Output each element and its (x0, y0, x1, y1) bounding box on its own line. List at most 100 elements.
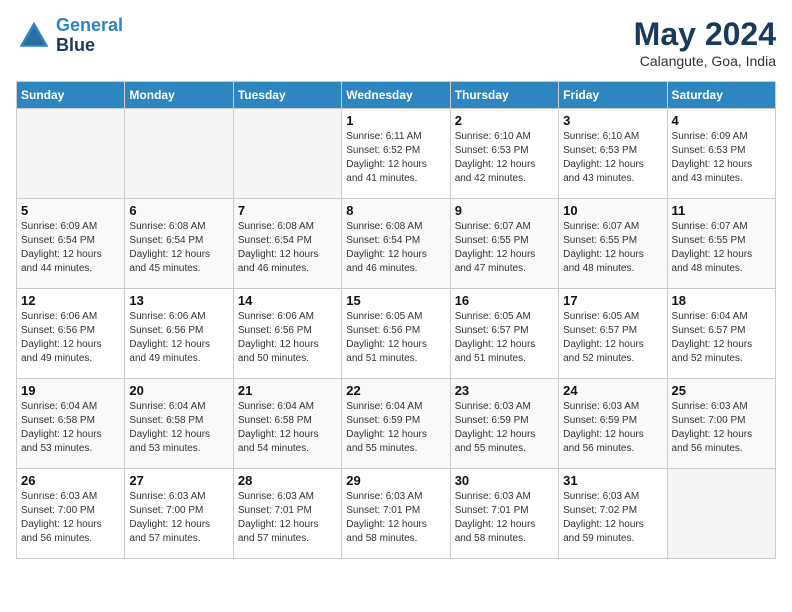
day-info: Sunrise: 6:08 AM Sunset: 6:54 PM Dayligh… (346, 220, 445, 276)
day-number: 17 (563, 293, 662, 308)
calendar-cell: 28Sunrise: 6:03 AM Sunset: 7:01 PM Dayli… (233, 469, 341, 559)
calendar-cell: 31 Sunrise: 6:03 AM Sunset: 7:02 PM Dayli… (559, 469, 667, 559)
day-info: Sunrise: 6:03 AM Sunset: 7:00 PM Dayligh… (129, 490, 228, 546)
day-number: 19 (21, 383, 120, 398)
calendar-cell: 5 Sunrise: 6:09 AM Sunset: 6:54 PM Daylig… (17, 199, 125, 289)
calendar-week-row: 12 Sunrise: 6:06 AM Sunset: 6:56 PM Dayli… (17, 289, 776, 379)
day-info: Sunrise: 6:06 AM Sunset: 6:56 PM Dayligh… (21, 310, 120, 366)
calendar-week-row: 5 Sunrise: 6:09 AM Sunset: 6:54 PM Daylig… (17, 199, 776, 289)
logo-text: General Blue (56, 16, 123, 56)
day-info: Sunrise: 6:05 AM Sunset: 6:57 PM Dayligh… (455, 310, 554, 366)
calendar-cell: 2 Sunrise: 6:10 AM Sunset: 6:53 PM Daylig… (450, 109, 558, 199)
weekday-header-tuesday: Tuesday (233, 82, 341, 109)
calendar-cell: 18Sunrise: 6:04 AM Sunset: 6:57 PM Dayli… (667, 289, 775, 379)
weekday-header-row: SundayMondayTuesdayWednesdayThursdayFrid… (17, 82, 776, 109)
location: Calangute, Goa, India (634, 53, 776, 69)
day-info: Sunrise: 6:08 AM Sunset: 6:54 PM Dayligh… (129, 220, 228, 276)
calendar-cell: 12 Sunrise: 6:06 AM Sunset: 6:56 PM Dayli… (17, 289, 125, 379)
day-info: Sunrise: 6:07 AM Sunset: 6:55 PM Dayligh… (672, 220, 771, 276)
calendar-cell: 30 Sunrise: 6:03 AM Sunset: 7:01 PM Dayli… (450, 469, 558, 559)
day-info: Sunrise: 6:03 AM Sunset: 7:01 PM Dayligh… (455, 490, 554, 546)
day-info: Sunrise: 6:04 AM Sunset: 6:58 PM Dayligh… (21, 400, 120, 456)
day-info: Sunrise: 6:07 AM Sunset: 6:55 PM Dayligh… (455, 220, 554, 276)
calendar-cell: 6 Sunrise: 6:08 AM Sunset: 6:54 PM Daylig… (125, 199, 233, 289)
day-info: Sunrise: 6:06 AM Sunset: 6:56 PM Dayligh… (238, 310, 337, 366)
day-number: 8 (346, 203, 445, 218)
day-number: 24 (563, 383, 662, 398)
calendar-cell: 22Sunrise: 6:04 AM Sunset: 6:59 PM Dayli… (342, 379, 450, 469)
calendar-cell: 15Sunrise: 6:05 AM Sunset: 6:56 PM Dayli… (342, 289, 450, 379)
logo-icon (16, 18, 52, 54)
day-number: 13 (129, 293, 228, 308)
weekday-header-wednesday: Wednesday (342, 82, 450, 109)
day-number: 15 (346, 293, 445, 308)
day-info: Sunrise: 6:04 AM Sunset: 6:57 PM Dayligh… (672, 310, 771, 366)
day-info: Sunrise: 6:03 AM Sunset: 7:02 PM Dayligh… (563, 490, 662, 546)
day-info: Sunrise: 6:04 AM Sunset: 6:58 PM Dayligh… (238, 400, 337, 456)
day-number: 12 (21, 293, 120, 308)
day-number: 30 (455, 473, 554, 488)
calendar-cell: 24Sunrise: 6:03 AM Sunset: 6:59 PM Dayli… (559, 379, 667, 469)
day-number: 11 (672, 203, 771, 218)
day-info: Sunrise: 6:09 AM Sunset: 6:54 PM Dayligh… (21, 220, 120, 276)
day-number: 10 (563, 203, 662, 218)
day-number: 23 (455, 383, 554, 398)
calendar-cell: 3 Sunrise: 6:10 AM Sunset: 6:53 PM Daylig… (559, 109, 667, 199)
calendar-cell: 4 Sunrise: 6:09 AM Sunset: 6:53 PM Daylig… (667, 109, 775, 199)
day-number: 16 (455, 293, 554, 308)
weekday-header-thursday: Thursday (450, 82, 558, 109)
day-number: 7 (238, 203, 337, 218)
day-info: Sunrise: 6:11 AM Sunset: 6:52 PM Dayligh… (346, 130, 445, 186)
day-number: 26 (21, 473, 120, 488)
day-number: 3 (563, 113, 662, 128)
day-number: 29 (346, 473, 445, 488)
day-info: Sunrise: 6:03 AM Sunset: 7:00 PM Dayligh… (672, 400, 771, 456)
day-number: 4 (672, 113, 771, 128)
page-header: General Blue May 2024 Calangute, Goa, In… (16, 16, 776, 69)
day-info: Sunrise: 6:10 AM Sunset: 6:53 PM Dayligh… (455, 130, 554, 186)
day-number: 28 (238, 473, 337, 488)
day-number: 20 (129, 383, 228, 398)
day-number: 31 (563, 473, 662, 488)
calendar-week-row: 1Sunrise: 6:11 AM Sunset: 6:52 PM Daylig… (17, 109, 776, 199)
day-info: Sunrise: 6:06 AM Sunset: 6:56 PM Dayligh… (129, 310, 228, 366)
day-number: 5 (21, 203, 120, 218)
day-info: Sunrise: 6:03 AM Sunset: 7:01 PM Dayligh… (346, 490, 445, 546)
day-info: Sunrise: 6:09 AM Sunset: 6:53 PM Dayligh… (672, 130, 771, 186)
calendar-cell: 11 Sunrise: 6:07 AM Sunset: 6:55 PM Dayli… (667, 199, 775, 289)
day-info: Sunrise: 6:03 AM Sunset: 7:00 PM Dayligh… (21, 490, 120, 546)
calendar-cell (17, 109, 125, 199)
calendar-cell: 10Sunrise: 6:07 AM Sunset: 6:55 PM Dayli… (559, 199, 667, 289)
calendar-cell: 9Sunrise: 6:07 AM Sunset: 6:55 PM Daylig… (450, 199, 558, 289)
day-info: Sunrise: 6:08 AM Sunset: 6:54 PM Dayligh… (238, 220, 337, 276)
day-number: 21 (238, 383, 337, 398)
day-info: Sunrise: 6:04 AM Sunset: 6:58 PM Dayligh… (129, 400, 228, 456)
calendar-cell: 27Sunrise: 6:03 AM Sunset: 7:00 PM Dayli… (125, 469, 233, 559)
logo: General Blue (16, 16, 123, 56)
calendar-cell: 25 Sunrise: 6:03 AM Sunset: 7:00 PM Dayli… (667, 379, 775, 469)
weekday-header-monday: Monday (125, 82, 233, 109)
day-info: Sunrise: 6:05 AM Sunset: 6:57 PM Dayligh… (563, 310, 662, 366)
calendar-cell: 21 Sunrise: 6:04 AM Sunset: 6:58 PM Dayli… (233, 379, 341, 469)
calendar-cell (667, 469, 775, 559)
day-number: 14 (238, 293, 337, 308)
weekday-header-saturday: Saturday (667, 82, 775, 109)
calendar-cell: 8 Sunrise: 6:08 AM Sunset: 6:54 PM Daylig… (342, 199, 450, 289)
day-number: 6 (129, 203, 228, 218)
day-info: Sunrise: 6:03 AM Sunset: 6:59 PM Dayligh… (455, 400, 554, 456)
day-number: 2 (455, 113, 554, 128)
title-block: May 2024 Calangute, Goa, India (634, 16, 776, 69)
weekday-header-sunday: Sunday (17, 82, 125, 109)
calendar-cell: 13 Sunrise: 6:06 AM Sunset: 6:56 PM Dayli… (125, 289, 233, 379)
weekday-header-friday: Friday (559, 82, 667, 109)
calendar-cell: 26 Sunrise: 6:03 AM Sunset: 7:00 PM Dayli… (17, 469, 125, 559)
calendar-cell: 23 Sunrise: 6:03 AM Sunset: 6:59 PM Dayli… (450, 379, 558, 469)
day-info: Sunrise: 6:10 AM Sunset: 6:53 PM Dayligh… (563, 130, 662, 186)
calendar-cell: 17 Sunrise: 6:05 AM Sunset: 6:57 PM Dayli… (559, 289, 667, 379)
day-number: 25 (672, 383, 771, 398)
day-number: 22 (346, 383, 445, 398)
calendar-cell: 7 Sunrise: 6:08 AM Sunset: 6:54 PM Daylig… (233, 199, 341, 289)
calendar-cell: 19 Sunrise: 6:04 AM Sunset: 6:58 PM Dayli… (17, 379, 125, 469)
month-title: May 2024 (634, 16, 776, 53)
calendar-table: SundayMondayTuesdayWednesdayThursdayFrid… (16, 81, 776, 559)
